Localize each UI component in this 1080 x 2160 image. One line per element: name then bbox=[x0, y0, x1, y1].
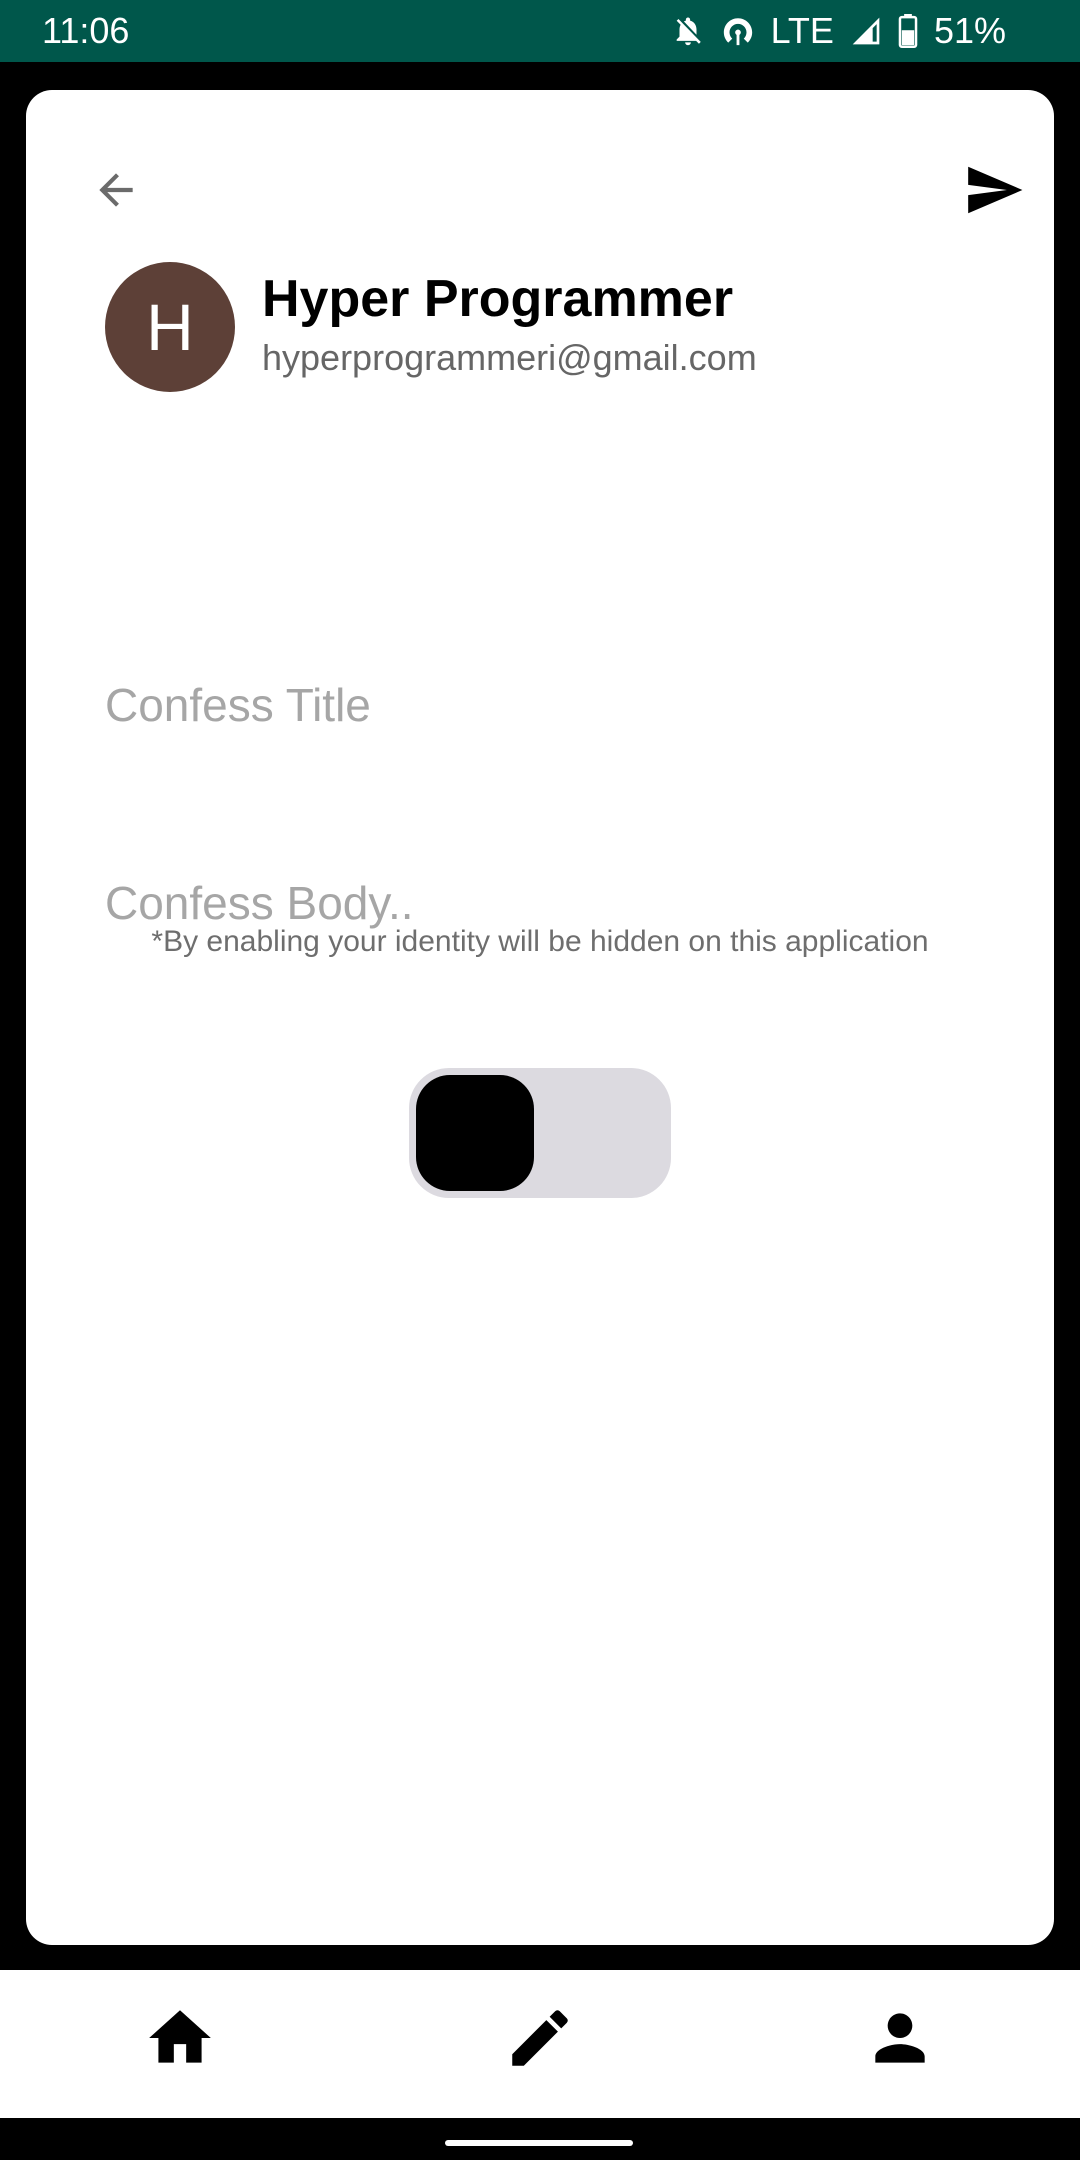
confess-title-input[interactable] bbox=[105, 670, 965, 740]
send-button[interactable] bbox=[954, 152, 1034, 232]
battery-icon bbox=[898, 14, 918, 48]
person-icon bbox=[863, 2001, 937, 2080]
nav-profile-button[interactable] bbox=[850, 1990, 950, 2090]
battery-percent: 51% bbox=[933, 10, 1006, 51]
notifications-off-icon bbox=[671, 14, 705, 48]
anonymous-toggle[interactable] bbox=[409, 1068, 671, 1198]
back-button[interactable] bbox=[76, 152, 156, 232]
signal-icon bbox=[850, 15, 882, 47]
status-bar: 11:06 LTE 51% bbox=[0, 0, 1080, 62]
anonymous-note: *By enabling your identity will be hidde… bbox=[151, 925, 929, 958]
nav-edit-button[interactable] bbox=[490, 1990, 590, 2090]
gesture-handle[interactable] bbox=[445, 2140, 633, 2146]
status-time: 11:06 bbox=[42, 10, 130, 51]
avatar: H bbox=[105, 262, 235, 392]
nav-home-button[interactable] bbox=[130, 1990, 230, 2090]
hotspot-icon bbox=[721, 14, 755, 48]
edit-icon bbox=[503, 2001, 577, 2080]
user-name: Hyper Programmer bbox=[262, 270, 734, 328]
bottom-navigation bbox=[0, 1970, 1080, 2118]
user-email: hyperprogrammeri@gmail.com bbox=[262, 337, 757, 378]
status-icons: LTE 51% bbox=[671, 8, 1006, 54]
network-type: LTE bbox=[770, 10, 834, 51]
toggle-thumb bbox=[416, 1075, 534, 1191]
home-icon bbox=[143, 2001, 217, 2080]
arrow-back-icon bbox=[91, 165, 141, 220]
send-icon bbox=[963, 159, 1025, 226]
compose-card: H Hyper Programmer hyperprogrammeri@gmai… bbox=[26, 90, 1054, 1945]
